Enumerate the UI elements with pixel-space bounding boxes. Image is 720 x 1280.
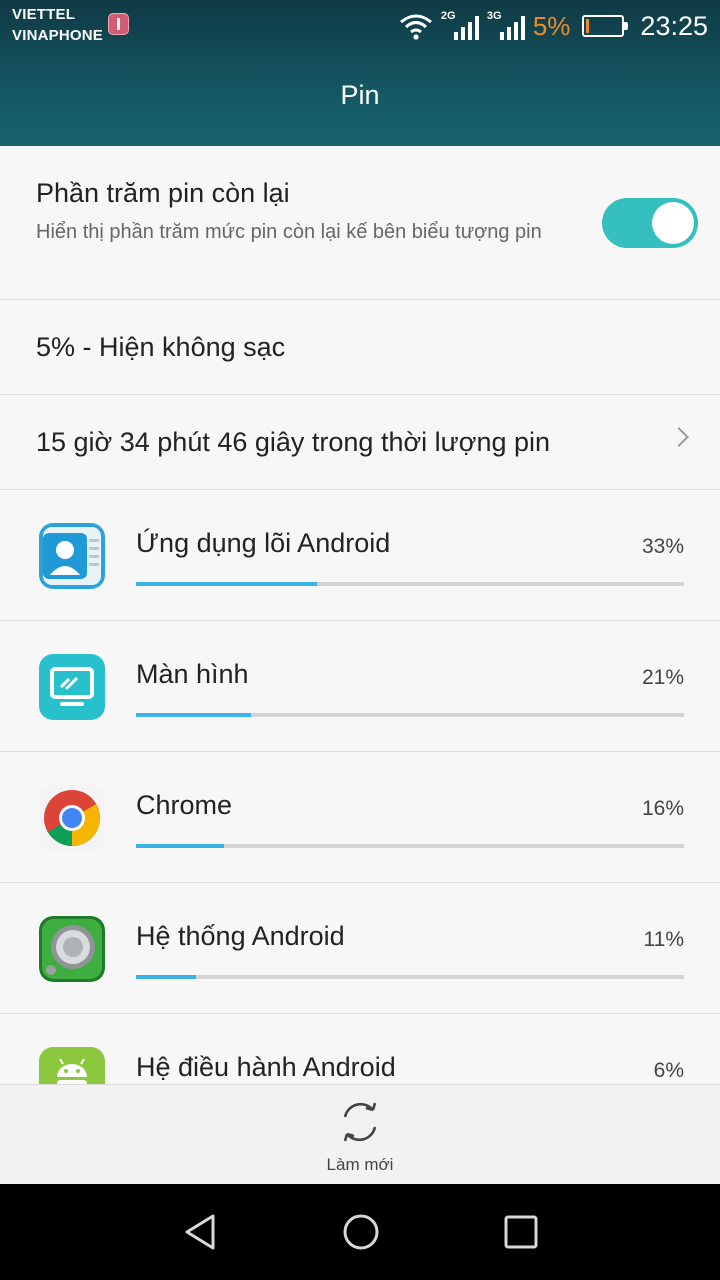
toggle-knob bbox=[652, 202, 694, 244]
app-percent: 33% bbox=[641, 535, 684, 558]
setting-description: Hiển thị phần trăm mức pin còn lại kế bê… bbox=[36, 221, 542, 243]
app-name: Hệ thống Android bbox=[136, 921, 345, 951]
carrier-labels: VIETTEL VINAPHONE bbox=[12, 4, 103, 46]
battery-percent-text: 5% bbox=[532, 10, 571, 41]
usage-bar bbox=[136, 975, 684, 979]
system-nav-bar bbox=[0, 1184, 720, 1280]
app-usage-row[interactable]: Hệ thống Android 11% bbox=[0, 883, 720, 1014]
usage-bar bbox=[136, 582, 684, 586]
battery-percent-toggle[interactable] bbox=[602, 198, 698, 248]
status-icons: 2G 3G 5% 23:25 bbox=[399, 6, 708, 46]
status-bar: VIETTEL VINAPHONE 2G 3G 5% 23:25 bbox=[0, 0, 720, 52]
refresh-button-label[interactable]: Làm mới bbox=[0, 1155, 720, 1175]
app-percent: 6% bbox=[653, 1059, 684, 1082]
clock: 23:25 bbox=[640, 10, 708, 41]
usage-bar bbox=[136, 713, 684, 717]
signal-3g-icon: 3G bbox=[487, 10, 525, 42]
recents-icon[interactable] bbox=[501, 1212, 541, 1252]
carrier-2: VINAPHONE bbox=[12, 27, 103, 44]
setting-title: Phần trăm pin còn lại bbox=[36, 178, 290, 208]
screen-icon bbox=[39, 654, 105, 720]
app-usage-row[interactable]: Chrome 16% bbox=[0, 752, 720, 883]
chrome-icon bbox=[39, 785, 105, 851]
battery-duration-row[interactable]: 15 giờ 34 phút 46 giây trong thời lượng … bbox=[0, 395, 720, 490]
carrier-1: VIETTEL bbox=[12, 6, 76, 23]
usage-bar bbox=[136, 844, 684, 848]
bottom-action-bar: Làm mới bbox=[0, 1084, 720, 1184]
app-usage-row[interactable]: Ứng dụng lõi Android 33% bbox=[0, 490, 720, 621]
app-usage-row[interactable]: Màn hình 21% bbox=[0, 621, 720, 752]
android-system-icon bbox=[39, 916, 105, 982]
app-header: VIETTEL VINAPHONE 2G 3G 5% 23:25 Pin bbox=[0, 0, 720, 146]
back-icon[interactable] bbox=[181, 1212, 221, 1252]
refresh-icon[interactable] bbox=[337, 1099, 383, 1145]
battery-duration-text: 15 giờ 34 phút 46 giây trong thời lượng … bbox=[36, 427, 551, 457]
wifi-icon bbox=[399, 14, 432, 40]
app-name: Hệ điều hành Android bbox=[136, 1052, 396, 1082]
app-name: Ứng dụng lõi Android bbox=[136, 528, 391, 558]
app-percent: 11% bbox=[643, 928, 684, 951]
page-title: Pin bbox=[340, 80, 380, 110]
home-icon[interactable] bbox=[341, 1212, 381, 1252]
app-name: Chrome bbox=[136, 790, 233, 820]
app-name: Màn hình bbox=[136, 659, 249, 689]
sim-alert-icon bbox=[108, 13, 129, 35]
charge-status-text: 5% - Hiện không sạc bbox=[36, 332, 286, 362]
battery-icon bbox=[582, 15, 629, 37]
signal-2g-icon: 2G bbox=[441, 10, 479, 42]
contacts-icon bbox=[39, 523, 105, 589]
app-percent: 16% bbox=[641, 797, 684, 820]
charge-status-row: 5% - Hiện không sạc bbox=[0, 300, 720, 395]
app-percent: 21% bbox=[641, 666, 684, 689]
